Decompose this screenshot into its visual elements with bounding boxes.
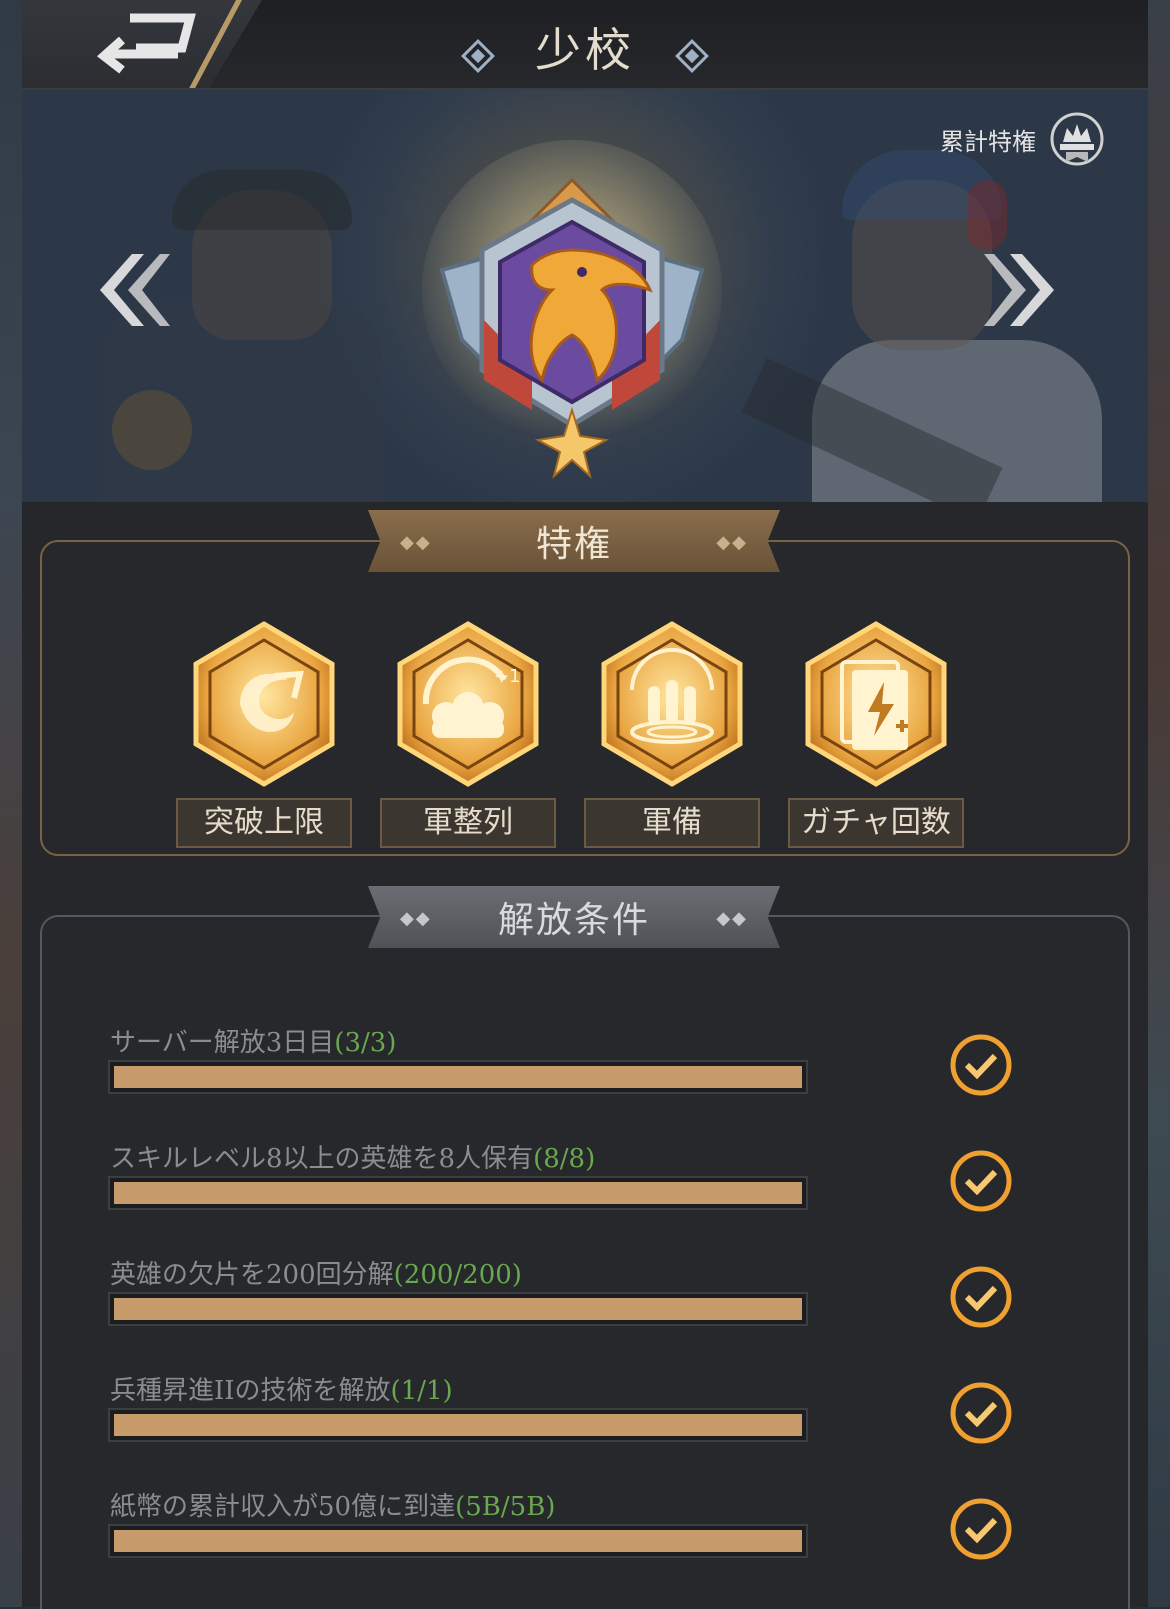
progress-bar-fill — [114, 1298, 802, 1320]
progress-bar — [108, 1408, 808, 1442]
ribbon-dots-left-icon: ◆◆ — [400, 908, 432, 929]
condition-text: 英雄の欠片を200回分解(200/200) — [110, 1260, 522, 1290]
prev-rank-button[interactable] — [82, 240, 172, 340]
check-complete-icon — [950, 1034, 1012, 1096]
breakthrough-swirl-icon — [193, 621, 335, 787]
condition-progress: (8/8) — [533, 1144, 596, 1174]
privilege-label: 突破上限 — [176, 798, 352, 848]
page-title: 少校 — [535, 23, 635, 77]
ribbon-dots-right-icon: ◆◆ — [716, 908, 748, 929]
header-bar: 少校 — [22, 0, 1148, 90]
eagle-rank-badge-icon — [422, 140, 722, 479]
title-area: 少校 — [22, 14, 1148, 80]
condition-text: 兵種昇進IIの技術を解放(1/1) — [110, 1376, 453, 1406]
progress-bar — [108, 1524, 808, 1558]
double-chevron-right-icon — [984, 254, 1054, 326]
gacha-card-lightning-icon — [805, 621, 947, 787]
privilege-label: ガチャ回数 — [788, 798, 964, 848]
progress-bar-fill — [114, 1414, 802, 1436]
condition-progress: (200/200) — [393, 1260, 522, 1290]
ribbon-dots-right-icon: ◆◆ — [716, 532, 748, 553]
condition-row: サーバー解放3日目(3/3) — [108, 1022, 1012, 1122]
privilege-squad[interactable]: +1 軍整列 — [380, 620, 556, 850]
conditions-heading-ribbon: ◆◆ 解放条件 ◆◆ — [368, 886, 780, 948]
check-complete-icon — [950, 1498, 1012, 1560]
condition-row: 紙幣の累計収入が50億に到達(5B/5B) — [108, 1486, 1012, 1586]
condition-text: スキルレベル8以上の英雄を8人保有(8/8) — [110, 1144, 596, 1174]
background-right-edge — [1148, 0, 1170, 1607]
progress-bar — [108, 1292, 808, 1326]
check-complete-icon — [950, 1382, 1012, 1444]
cumulative-privileges-button[interactable]: 累計特権 — [940, 110, 1106, 168]
ammo-bullets-icon — [601, 621, 743, 787]
check-complete-icon — [950, 1266, 1012, 1328]
squad-plus-one-icon: +1 — [397, 621, 539, 787]
title-diamond-right-icon — [675, 38, 710, 73]
privilege-breakthrough[interactable]: 突破上限 — [176, 620, 352, 850]
title-diamond-left-icon — [460, 38, 495, 73]
progress-bar-fill — [114, 1530, 802, 1552]
svg-text:+1: +1 — [494, 666, 521, 687]
condition-progress: (5B/5B) — [455, 1492, 556, 1522]
cumulative-privileges-label: 累計特権 — [940, 127, 1036, 156]
privileges-heading-ribbon: ◆◆ 特権 ◆◆ — [368, 510, 780, 572]
rank-banner: 累計特権 — [22, 90, 1148, 502]
next-rank-button[interactable] — [982, 240, 1072, 340]
condition-row: 英雄の欠片を200回分解(200/200) — [108, 1254, 1012, 1354]
conditions-heading: 解放条件 — [497, 900, 650, 941]
progress-bar — [108, 1060, 808, 1094]
progress-bar-fill — [114, 1182, 802, 1204]
condition-text: 紙幣の累計収入が50億に到達(5B/5B) — [110, 1492, 556, 1522]
ribbon-dots-left-icon: ◆◆ — [400, 532, 432, 553]
privilege-label: 軍整列 — [380, 798, 556, 848]
condition-row: スキルレベル8以上の英雄を8人保有(8/8) — [108, 1138, 1012, 1238]
background-left-edge — [0, 0, 22, 1607]
condition-progress: (3/3) — [334, 1028, 397, 1058]
privilege-gacha[interactable]: ガチャ回数 — [788, 620, 964, 850]
privilege-armament[interactable]: 軍備 — [584, 620, 760, 850]
progress-bar — [108, 1176, 808, 1210]
check-complete-icon — [950, 1150, 1012, 1212]
privilege-label: 軍備 — [584, 798, 760, 848]
double-chevron-left-icon — [100, 254, 170, 326]
condition-text: サーバー解放3日目(3/3) — [110, 1028, 397, 1058]
condition-progress: (1/1) — [390, 1376, 453, 1406]
crown-ribbon-icon — [1050, 112, 1104, 166]
privileges-heading: 特権 — [535, 524, 612, 565]
condition-row: 兵種昇進IIの技術を解放(1/1) — [108, 1370, 1012, 1470]
progress-bar-fill — [114, 1066, 802, 1088]
